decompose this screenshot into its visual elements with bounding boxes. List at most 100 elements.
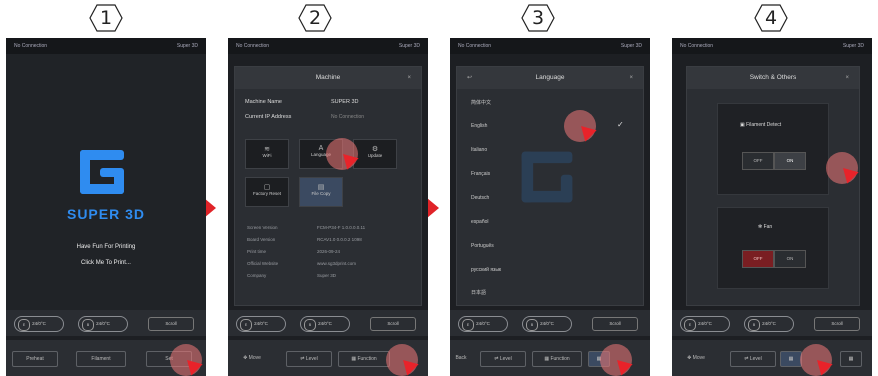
- bed-temp[interactable]: B 24/0°C: [522, 316, 572, 332]
- function-icon: ▦: [788, 356, 794, 362]
- bed-icon: B: [82, 319, 94, 331]
- dialog-title: Switch & Others: [687, 67, 859, 89]
- device-name: Super 3D: [620, 43, 642, 49]
- menu-icon: ▦: [848, 356, 854, 362]
- info-row: Print time 2026-09-24: [247, 249, 341, 254]
- close-icon[interactable]: ×: [629, 67, 633, 89]
- filament-off-toggle[interactable]: OFF: [742, 152, 774, 170]
- temperature-bar: E 24/0°C B 24/0°C Scroll: [672, 310, 872, 336]
- update-tile[interactable]: ⚙ Update: [353, 139, 397, 169]
- step-badge-4: 4: [754, 4, 788, 32]
- language-option[interactable]: English: [471, 123, 487, 129]
- fan-on-toggle[interactable]: ON: [774, 250, 806, 268]
- scroll-button[interactable]: Scroll: [814, 317, 860, 331]
- status-bar: No Connection Super 3D: [672, 38, 872, 54]
- tap-indicator-icon: [386, 344, 419, 376]
- scroll-button[interactable]: Scroll: [148, 317, 194, 331]
- preheat-button[interactable]: Preheat: [12, 351, 58, 367]
- nozzle-temp[interactable]: E 24/0°C: [14, 316, 64, 332]
- connection-status: No Connection: [680, 43, 714, 49]
- language-option[interactable]: русский язык: [471, 267, 501, 273]
- fan-card: ✻ Fan OFF ON: [717, 207, 829, 289]
- filament-button[interactable]: Filament: [76, 351, 126, 367]
- tap-indicator-icon: [826, 152, 859, 184]
- step-badge-3: 3: [521, 4, 555, 32]
- connection-status: No Connection: [236, 43, 270, 49]
- fan-off-toggle[interactable]: OFF: [742, 250, 774, 268]
- bed-temp[interactable]: B 24/0°C: [78, 316, 128, 332]
- wifi-icon: ≋: [264, 146, 270, 153]
- tap-indicator-icon: [326, 138, 359, 170]
- nozzle-temp[interactable]: E 24/0°C: [236, 316, 286, 332]
- bottom-nav: ✥ Move ⇌ Level ▦ ▦: [672, 340, 872, 376]
- move-button[interactable]: ✥ Move: [232, 351, 272, 365]
- info-row: Screen Version FCM-P34-F 1.0.0.0.0.11: [247, 225, 366, 230]
- back-button[interactable]: Back: [450, 351, 472, 365]
- function-button[interactable]: ▦ Function: [532, 351, 582, 367]
- file-copy-icon: ▤: [317, 184, 325, 191]
- language-option[interactable]: Italiano: [471, 147, 487, 153]
- reset-icon: ▢: [263, 184, 271, 191]
- fan-label: ✻ Fan: [758, 224, 773, 230]
- connection-status: No Connection: [458, 43, 492, 49]
- screen-language: No Connection Super 3D Language ↩ × 简体中文…: [450, 38, 650, 376]
- back-icon[interactable]: ↩: [467, 67, 472, 89]
- level-button[interactable]: ⇌ Level: [480, 351, 526, 367]
- filament-on-toggle[interactable]: ON: [774, 152, 806, 170]
- update-icon: ⚙: [371, 146, 379, 153]
- level-button[interactable]: ⇌ Level: [730, 351, 776, 367]
- filament-detect-card: ▣ Filament Detect OFF ON: [717, 103, 829, 195]
- switch-dialog: Switch & Others × ▣ Filament Detect OFF …: [686, 66, 860, 306]
- factory-reset-tile[interactable]: ▢ Factory Reset: [245, 177, 289, 207]
- status-bar: No Connection Super 3D: [6, 38, 206, 54]
- step-number: 2: [308, 7, 322, 29]
- move-button[interactable]: ✥ Move: [676, 351, 716, 365]
- ip-label: Current IP Address: [245, 114, 292, 120]
- info-row: Board Version RCAV1.0 0.0.0.2 1098: [247, 237, 362, 242]
- function-button[interactable]: ▦: [780, 351, 802, 367]
- scroll-button[interactable]: Scroll: [370, 317, 416, 331]
- nozzle-temp[interactable]: E 24/0°C: [458, 316, 508, 332]
- function-button[interactable]: ▦ Function: [338, 351, 390, 367]
- bed-temp[interactable]: B 24/0°C: [744, 316, 794, 332]
- level-button[interactable]: ⇌ Level: [286, 351, 332, 367]
- language-option[interactable]: español: [471, 219, 489, 225]
- tap-indicator-icon: [170, 344, 203, 376]
- language-option[interactable]: 日本語: [471, 289, 486, 296]
- bed-icon: B: [526, 319, 538, 331]
- machine-name-value[interactable]: SUPER 3D: [331, 99, 359, 105]
- check-icon: ✓: [617, 120, 624, 129]
- close-icon[interactable]: ×: [845, 67, 849, 89]
- language-option[interactable]: Deutsch: [471, 195, 489, 201]
- next-arrow-icon: [427, 198, 439, 218]
- ip-value: No Connection: [331, 114, 365, 120]
- language-option[interactable]: 简体中文: [471, 99, 491, 106]
- bed-temp[interactable]: B 24/0°C: [300, 316, 350, 332]
- file-copy-tile[interactable]: ▤ File Copy: [299, 177, 343, 207]
- language-option[interactable]: Français: [471, 171, 490, 177]
- status-bar: No Connection Super 3D: [228, 38, 428, 54]
- welcome-text: Have Fun For Printing: [76, 244, 136, 250]
- tap-indicator-icon: [800, 344, 833, 376]
- device-name: Super 3D: [176, 43, 198, 49]
- dialog-title: Machine: [235, 67, 421, 89]
- super3d-logo-icon: [80, 150, 124, 194]
- nozzle-icon: E: [684, 319, 696, 331]
- wifi-tile[interactable]: ≋ WiFi: [245, 139, 289, 169]
- nozzle-temp[interactable]: E 24/0°C: [680, 316, 730, 332]
- watermark-logo-icon: [521, 151, 573, 203]
- step-number: 1: [99, 7, 113, 29]
- menu-button[interactable]: ▦: [840, 351, 862, 367]
- screen-machine: No Connection Super 3D Machine × Machine…: [228, 38, 428, 376]
- temperature-bar: E 24/0°C B 24/0°C Scroll: [450, 310, 650, 336]
- scroll-button[interactable]: Scroll: [592, 317, 638, 331]
- step-badge-1: 1: [89, 4, 123, 32]
- language-option[interactable]: Português: [471, 243, 494, 249]
- splash-area[interactable]: SUPER 3D Have Fun For Printing Click Me …: [6, 54, 206, 334]
- nozzle-icon: E: [462, 319, 474, 331]
- device-name: Super 3D: [398, 43, 420, 49]
- close-icon[interactable]: ×: [407, 67, 411, 89]
- language-dialog: Language ↩ × 简体中文 English ✓ Italiano Fra…: [456, 66, 644, 306]
- bed-icon: B: [748, 319, 760, 331]
- click-to-print-link[interactable]: Click Me To Print...: [6, 260, 206, 266]
